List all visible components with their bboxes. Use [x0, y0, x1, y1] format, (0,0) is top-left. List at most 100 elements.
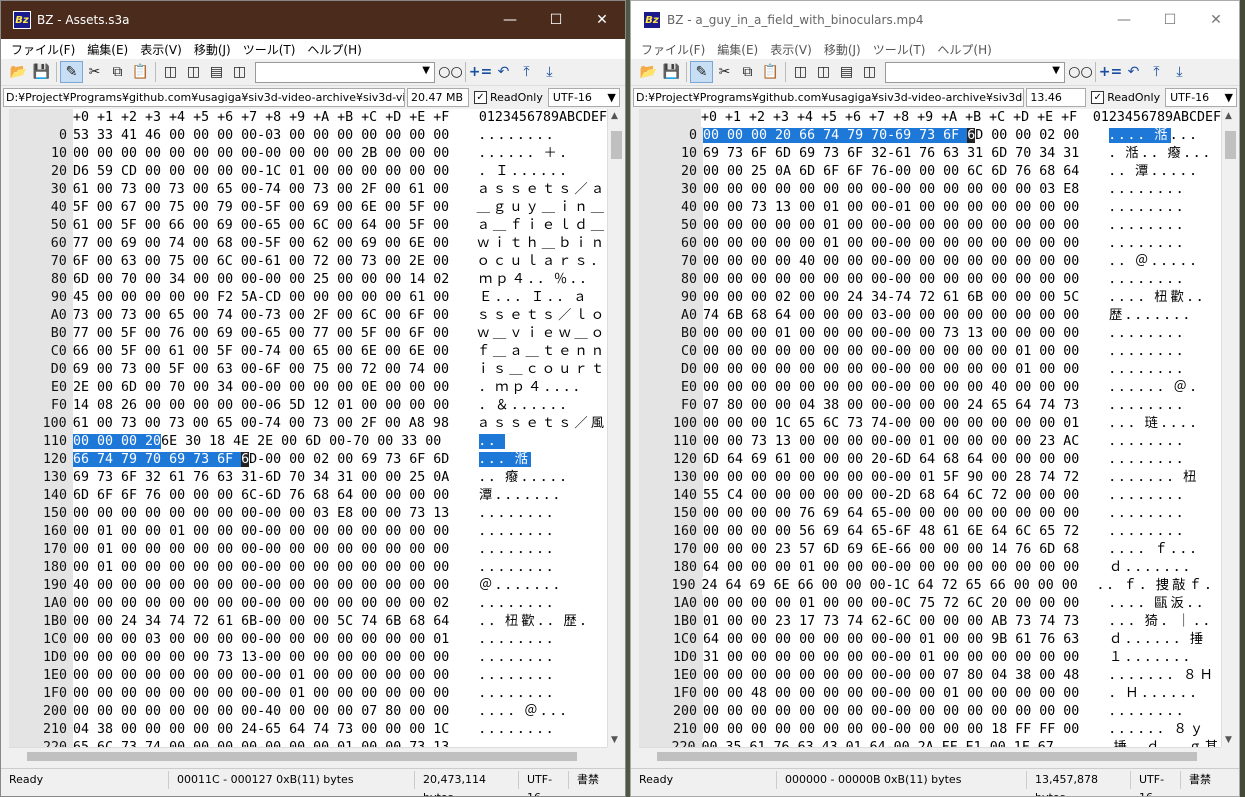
- hex-row[interactable]: 150 00 00 00 00 00 00 00 00-00 00 03 E8 0…: [9, 505, 607, 523]
- view-single-icon[interactable]: ◫: [789, 61, 812, 83]
- hex-row[interactable]: 60 00 00 00 00 00 01 00 00-00 00 00 00 00…: [639, 235, 1221, 253]
- hex-row[interactable]: 120 6D 64 69 61 00 00 00 20-6D 64 68 64 0…: [639, 451, 1221, 469]
- hex-row[interactable]: 1B0 00 00 24 34 74 72 61 6B-00 00 00 5C 7…: [9, 613, 607, 631]
- readonly-toggle-icon[interactable]: ✎: [690, 61, 713, 83]
- search-combo[interactable]: ▼: [255, 61, 435, 83]
- hex-row[interactable]: 50 61 00 5F 00 66 00 69 00-65 00 6C 00 64…: [9, 217, 607, 235]
- hex-row[interactable]: 200 00 00 00 00 00 00 00 00-40 00 00 00 0…: [9, 703, 607, 721]
- hex-row[interactable]: 1C0 00 00 00 03 00 00 00 00-00 00 00 00 0…: [9, 631, 607, 649]
- hex-row[interactable]: 60 77 00 69 00 74 00 68 00-5F 00 62 00 69…: [9, 235, 607, 253]
- hex-row[interactable]: 1E0 00 00 00 00 00 00 00 00-00 00 07 80 0…: [639, 667, 1221, 685]
- copy-icon[interactable]: ⧉: [106, 61, 129, 83]
- left-horizontal-scrollbar[interactable]: [9, 747, 607, 764]
- hex-row[interactable]: 1F0 00 00 48 00 00 00 00 00-00 00 01 00 0…: [639, 685, 1221, 703]
- hex-row[interactable]: 80 00 00 00 00 00 00 00 00-00 00 00 00 00…: [639, 271, 1221, 289]
- hex-row[interactable]: 170 00 00 00 23 57 6D 69 6E-66 00 00 00 1…: [639, 541, 1221, 559]
- readonly-toggle-icon[interactable]: ✎: [60, 61, 83, 83]
- hex-row[interactable]: 210 00 00 00 00 00 00 00 00-00 00 00 00 1…: [639, 721, 1221, 739]
- menu-file[interactable]: ファイル(F): [5, 41, 81, 58]
- save-icon[interactable]: 💾: [660, 61, 683, 83]
- right-vertical-scrollbar[interactable]: ▲ ▼: [1221, 109, 1238, 747]
- hex-row[interactable]: 100 00 00 00 1C 65 6C 73 74-00 00 00 00 0…: [639, 415, 1221, 433]
- file-path-field[interactable]: D:¥Project¥Programs¥github.com¥usagiga¥s…: [633, 87, 1025, 107]
- hscroll-thumb[interactable]: [27, 752, 577, 761]
- hex-row[interactable]: 30 00 00 00 00 00 00 00 00-00 00 00 00 00…: [639, 181, 1221, 199]
- hex-row[interactable]: A0 74 6B 68 64 00 00 00 03-00 00 00 00 00…: [639, 307, 1221, 325]
- cut-icon[interactable]: ✂: [83, 61, 106, 83]
- menu-tools[interactable]: ツール(T): [237, 41, 302, 58]
- hex-row[interactable]: 150 00 00 00 00 76 69 64 65-00 00 00 00 0…: [639, 505, 1221, 523]
- scroll-thumb[interactable]: [611, 131, 622, 159]
- menu-view[interactable]: 表示(V): [134, 41, 188, 58]
- hex-row[interactable]: 200 00 00 00 00 00 00 00 00-00 00 00 00 0…: [639, 703, 1221, 721]
- hex-row[interactable]: C0 66 00 5F 00 61 00 5F 00-74 00 65 00 6E…: [9, 343, 607, 361]
- view-compare-icon[interactable]: ◫: [858, 61, 881, 83]
- hex-row[interactable]: 90 45 00 00 00 00 00 F2 5A-CD 00 00 00 00…: [9, 289, 607, 307]
- hex-row[interactable]: 30 61 00 73 00 73 00 65 00-74 00 73 00 2F…: [9, 181, 607, 199]
- hex-row[interactable]: 10 69 73 6F 6D 69 73 6F 32-61 76 63 31 6D…: [639, 145, 1221, 163]
- menu-edit[interactable]: 編集(E): [711, 41, 764, 58]
- encoding-select[interactable]: UTF-16 ▼: [547, 87, 620, 107]
- hex-row[interactable]: 10 00 00 00 00 00 00 00 00-00 00 00 00 2B…: [9, 145, 607, 163]
- maximize-button[interactable]: ☐: [533, 1, 579, 39]
- view-compare-icon[interactable]: ◫: [228, 61, 251, 83]
- hex-row[interactable]: 190 24 64 69 6E 66 00 00 00-1C 64 72 65 6…: [639, 577, 1221, 595]
- hex-row[interactable]: B0 77 00 5F 00 76 00 69 00-65 00 77 00 5F…: [9, 325, 607, 343]
- scroll-up-icon[interactable]: ▲: [1225, 111, 1232, 121]
- view-single-icon[interactable]: ◫: [159, 61, 182, 83]
- hex-row[interactable]: 70 6F 00 63 00 75 00 6C 00-61 00 72 00 73…: [9, 253, 607, 271]
- jump-top-icon[interactable]: ⤒: [1145, 61, 1168, 83]
- hex-row[interactable]: 1D0 00 00 00 00 00 00 73 13-00 00 00 00 0…: [9, 649, 607, 667]
- menu-edit[interactable]: 編集(E): [81, 41, 134, 58]
- hex-row[interactable]: 1E0 00 00 00 00 00 00 00 00-00 01 00 00 0…: [9, 667, 607, 685]
- hex-row[interactable]: D0 69 00 73 00 5F 00 63 00-6F 00 75 00 72…: [9, 361, 607, 379]
- minimize-button[interactable]: —: [487, 1, 533, 39]
- menu-file[interactable]: ファイル(F): [635, 41, 711, 58]
- cut-icon[interactable]: ✂: [713, 61, 736, 83]
- hex-row[interactable]: 50 00 00 00 00 00 01 00 00-00 00 00 00 00…: [639, 217, 1221, 235]
- view-split-horizontal-icon[interactable]: ▤: [835, 61, 858, 83]
- compare-icon[interactable]: +=: [1099, 61, 1122, 83]
- open-folder-icon[interactable]: 📂: [7, 61, 30, 83]
- copy-icon[interactable]: ⧉: [736, 61, 759, 83]
- hex-row[interactable]: B0 00 00 00 01 00 00 00 00-00 00 73 13 00…: [639, 325, 1221, 343]
- hex-row[interactable]: 0 53 33 41 46 00 00 00 00-03 00 00 00 00 …: [9, 127, 607, 145]
- binoculars-icon[interactable]: ○○: [438, 61, 462, 83]
- hex-row[interactable]: E0 00 00 00 00 00 00 00 00-00 00 00 00 40…: [639, 379, 1221, 397]
- hex-cursor[interactable]: 6: [967, 128, 976, 143]
- hex-row[interactable]: 1B0 01 00 00 23 17 73 74 62-6C 00 00 00 A…: [639, 613, 1221, 631]
- hex-row[interactable]: 130 00 00 00 00 00 00 00 00-00 01 5F 90 0…: [639, 469, 1221, 487]
- hex-row[interactable]: 22065 6C 73 74 00 00 00 00-00 00 00 01 0…: [9, 739, 607, 747]
- hex-row[interactable]: 1A0 00 00 00 00 00 00 00 00-00 00 00 00 0…: [9, 595, 607, 613]
- readonly-checkbox[interactable]: ✓ ReadOnly: [471, 90, 546, 104]
- binoculars-icon[interactable]: ○○: [1068, 61, 1092, 83]
- paste-icon[interactable]: 📋: [129, 61, 152, 83]
- hex-row[interactable]: 1F0 00 00 00 00 00 00 00 00-00 01 00 00 0…: [9, 685, 607, 703]
- hex-row[interactable]: 80 6D 00 70 00 34 00 00 00-00 00 25 00 00…: [9, 271, 607, 289]
- hex-row[interactable]: 120 66 74 79 70 69 73 6F 6D-00 00 02 00 6…: [9, 451, 607, 469]
- menu-help[interactable]: ヘルプ(H): [931, 41, 997, 58]
- menu-jump[interactable]: 移動(J): [188, 41, 237, 58]
- hex-row[interactable]: 140 55 C4 00 00 00 00 00 00-2D 68 64 6C 7…: [639, 487, 1221, 505]
- open-folder-icon[interactable]: 📂: [637, 61, 660, 83]
- hex-row[interactable]: A0 73 00 73 00 65 00 74 00-73 00 2F 00 6C…: [9, 307, 607, 325]
- maximize-button[interactable]: ☐: [1147, 1, 1193, 39]
- view-split-vertical-icon[interactable]: ◫: [812, 61, 835, 83]
- hex-row[interactable]: 1C0 64 00 00 00 00 00 00 00-00 01 00 00 9…: [639, 631, 1221, 649]
- hex-row[interactable]: 210 04 38 00 00 00 00 00 24-65 64 74 73 0…: [9, 721, 607, 739]
- readonly-checkbox[interactable]: ✓ ReadOnly: [1088, 90, 1163, 104]
- minimize-button[interactable]: —: [1101, 1, 1147, 39]
- right-horizontal-scrollbar[interactable]: [639, 747, 1221, 764]
- hex-row[interactable]: 0 00 00 00 20 66 74 79 70-69 73 6F 6D 00 …: [639, 127, 1221, 145]
- hex-row[interactable]: D0 00 00 00 00 00 00 00 00-00 00 00 00 00…: [639, 361, 1221, 379]
- hex-row[interactable]: 40 00 00 73 13 00 01 00 00-01 00 00 00 00…: [639, 199, 1221, 217]
- hex-row[interactable]: 40 5F 00 67 00 75 00 79 00-5F 00 69 00 6E…: [9, 199, 607, 217]
- hex-row[interactable]: E0 2E 00 6D 00 70 00 34 00-00 00 00 00 0E…: [9, 379, 607, 397]
- hex-row[interactable]: 1A0 00 00 00 00 01 00 00 00-0C 75 72 6C 2…: [639, 595, 1221, 613]
- save-icon[interactable]: 💾: [30, 61, 53, 83]
- left-hex-view[interactable]: +0 +1 +2 +3 +4 +5 +6 +7 +8 +9 +A +B +C +…: [9, 109, 607, 747]
- hex-row[interactable]: 90 00 00 00 02 00 00 24 34-74 72 61 6B 00…: [639, 289, 1221, 307]
- hex-row[interactable]: F0 07 80 00 00 04 38 00 00-00 00 00 24 65…: [639, 397, 1221, 415]
- left-vertical-scrollbar[interactable]: ▲ ▼: [607, 109, 624, 747]
- jump-top-icon[interactable]: ⤒: [515, 61, 538, 83]
